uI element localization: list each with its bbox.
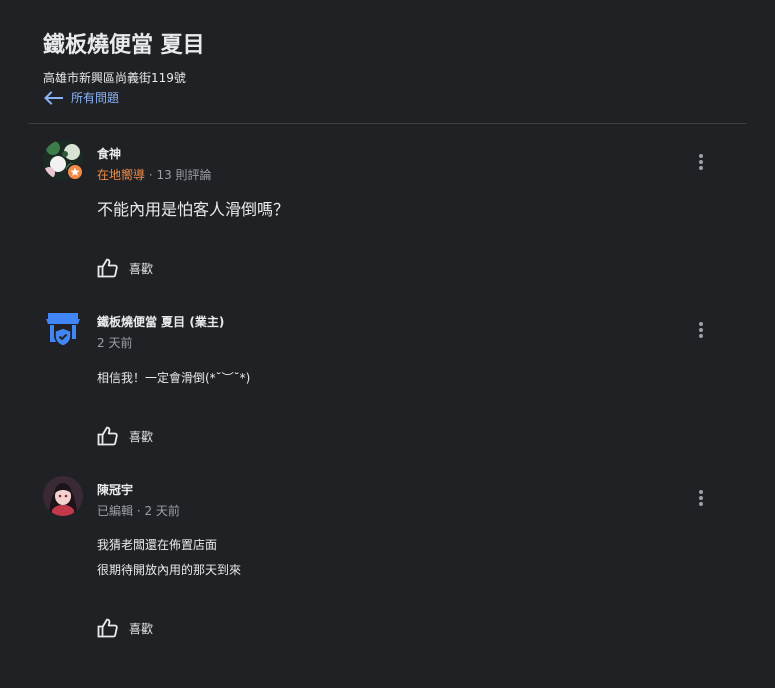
thumb-up-icon [97, 426, 118, 446]
more-options-button[interactable] [689, 486, 713, 510]
user-avatar-image [43, 140, 84, 181]
answer-time: 2 天前 [144, 504, 180, 518]
answer-text-line: 很期待開放內用的那天到來 [97, 563, 242, 577]
like-label: 喜歡 [129, 621, 154, 636]
arrow-left-icon [44, 90, 63, 105]
answer-text-line: 相信我！一定會滑倒(*˘︶˘*) [97, 371, 251, 385]
more-vert-icon [699, 154, 703, 170]
all-questions-link[interactable]: 所有問題 [43, 89, 205, 106]
edited-label: 已編輯 [97, 504, 134, 518]
place-address: 高雄市新興區尚義街119號 [43, 71, 186, 85]
qa-page: 鐵板燒便當 夏目 高雄市新興區尚義街119號 所有問題 食神 在地嚮導 · 13… [0, 0, 775, 688]
question-item: 食神 在地嚮導 · 13 則評論 不能內用是怕客人滑倒嗎？ 喜歡 [43, 140, 723, 280]
avatar[interactable] [43, 476, 83, 516]
more-options-button[interactable] [689, 318, 713, 342]
answer-text-line: 我猜老闆還在佈置店面 [97, 538, 218, 552]
answer-author[interactable]: 鐵板燒便當 夏目 (業主) [97, 313, 224, 330]
answer-item: 陳冠宇 已編輯 · 2 天前 我猜老闆還在佈置店面 很期待開放內用的那天到來 喜… [43, 476, 723, 646]
owner-avatar[interactable] [43, 308, 83, 348]
all-questions-label: 所有問題 [71, 91, 120, 105]
more-vert-icon [699, 322, 703, 338]
like-button[interactable]: 喜歡 [97, 426, 153, 446]
like-label: 喜歡 [129, 261, 154, 276]
local-guide-badge: 在地嚮導 [97, 168, 146, 182]
like-button[interactable]: 喜歡 [97, 618, 153, 638]
thumb-up-icon [97, 258, 118, 278]
answer-author[interactable]: 陳冠宇 [97, 481, 133, 498]
thumb-up-icon [97, 618, 118, 638]
meta-separator: · [145, 168, 157, 182]
header-divider [28, 123, 746, 124]
avatar[interactable] [43, 140, 84, 181]
place-title: 鐵板燒便當 夏目 [43, 33, 205, 58]
more-vert-icon [699, 490, 703, 506]
question-text: 不能內用是怕客人滑倒嗎？ [97, 200, 290, 219]
answer-meta: 已編輯 · 2 天前 [97, 502, 180, 519]
review-count[interactable]: 13 則評論 [156, 168, 211, 182]
answer-item: 鐵板燒便當 夏目 (業主) 2 天前 相信我！一定會滑倒(*˘︶˘*) 喜歡 [43, 308, 723, 448]
user-avatar-image [43, 476, 83, 516]
more-options-button[interactable] [689, 150, 713, 174]
answer-time: 2 天前 [97, 336, 133, 350]
like-label: 喜歡 [129, 429, 154, 444]
place-header: 鐵板燒便當 夏目 高雄市新興區尚義街119號 所有問題 [43, 30, 205, 106]
like-button[interactable]: 喜歡 [97, 258, 153, 278]
question-meta: 在地嚮導 · 13 則評論 [97, 166, 212, 183]
store-shield-icon [46, 313, 80, 347]
meta-separator: · [133, 504, 145, 518]
question-author[interactable]: 食神 [97, 145, 121, 162]
answer-meta: 2 天前 [97, 334, 132, 351]
